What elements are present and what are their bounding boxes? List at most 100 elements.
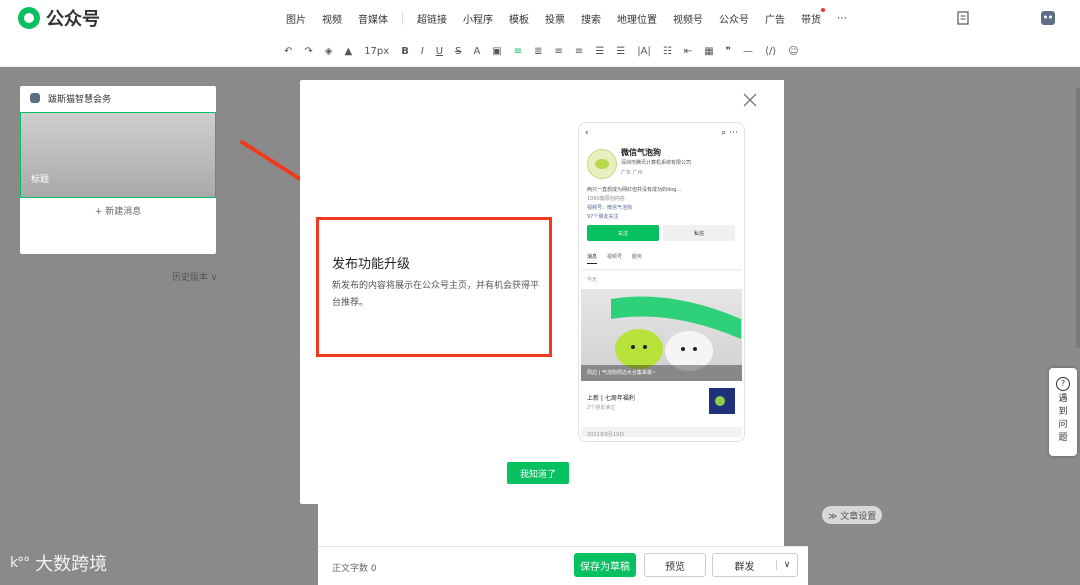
format-tools: ↶ ↷ ◈ ▲ 17px B I U S A ▣ ≡ ≣ ≡ ≡ ☰ ☰ |A|… xyxy=(278,36,805,66)
follow-button: 关注 xyxy=(587,225,659,241)
feed: 今天 周边 | 气泡狗周边大合集来袭~ 上新 | 七周年福利 2个朋友读过 20… xyxy=(581,269,742,438)
feed-image-caption: 周边 | 气泡狗周边大合集来袭~ xyxy=(581,365,742,381)
undo-icon[interactable]: ↶ xyxy=(284,46,292,57)
feed-card: 今天 周边 | 气泡狗周边大合集来袭~ 上新 | 七周年福利 2个朋友读过 xyxy=(581,271,742,427)
feed-cover-image: 周边 | 气泡狗周边大合集来袭~ xyxy=(581,289,742,381)
save-draft-button[interactable]: 保存为草稿 xyxy=(574,553,636,577)
align-center-icon[interactable]: ≡ xyxy=(555,46,563,57)
logo[interactable]: 公众号 xyxy=(18,7,100,30)
watermark-text: 大数跨境 xyxy=(35,554,108,575)
quote-icon[interactable]: ❞ xyxy=(726,46,731,57)
menu-search[interactable]: 搜索 xyxy=(573,11,609,26)
profile-tabs: 消息 视频号 服务 xyxy=(587,253,737,264)
underline-icon[interactable]: U xyxy=(436,46,443,57)
menu-official-account[interactable]: 公众号 xyxy=(711,11,757,26)
tab-services: 服务 xyxy=(632,254,643,260)
page-scrollbar[interactable] xyxy=(1076,88,1080,348)
help-text-2: 到 xyxy=(1058,407,1068,417)
profile-company: 深圳市腾讯计算机系统有限公司 xyxy=(621,160,692,166)
tab-channels: 视频号 xyxy=(607,254,623,260)
menu-channels[interactable]: 视频号 xyxy=(665,11,711,26)
emoji-icon[interactable]: ☺ xyxy=(788,46,798,57)
menu-shopping[interactable]: 带货 xyxy=(793,7,829,26)
back-icon: ‹ xyxy=(585,128,589,138)
word-count: 正文字数 0 xyxy=(332,564,377,574)
menu-location[interactable]: 地理位置 xyxy=(609,11,665,26)
code-icon[interactable]: ⟨/⟩ xyxy=(765,46,776,57)
italic-icon[interactable]: I xyxy=(421,46,424,57)
paragraph-spacing-icon[interactable]: ☰ xyxy=(616,46,625,57)
profile-friends: 97个朋友关注 xyxy=(587,214,619,220)
profile-location: 广东 广州 xyxy=(621,170,643,176)
background-color-icon[interactable]: ▣ xyxy=(492,46,501,57)
menu-vote[interactable]: 投票 xyxy=(537,11,573,26)
phone-preview: ‹ ⌕ ⋯ 微信气泡狗 深圳市腾讯计算机系统有限公司 广东 广州 两只一直想成为… xyxy=(578,122,745,442)
post-thumbnail xyxy=(709,388,735,414)
help-widget[interactable]: ? 遇 到 问 题 xyxy=(1049,368,1077,456)
bold-icon[interactable]: B xyxy=(401,46,409,57)
document-icon[interactable] xyxy=(955,10,971,26)
menu-hyperlink[interactable]: 超链接 xyxy=(409,11,455,26)
account-avatar xyxy=(30,93,40,103)
divider-icon[interactable]: — xyxy=(743,46,753,57)
strikethrough-icon[interactable]: S xyxy=(455,46,461,57)
new-message-button[interactable]: + 新建消息 xyxy=(20,204,216,217)
menu-template[interactable]: 模板 xyxy=(501,11,537,26)
editor-footer: 正文字数 0 保存为草稿 预览 群发 ∨ xyxy=(318,546,808,585)
publish-button[interactable]: 群发 ∨ xyxy=(712,553,798,577)
font-size-select[interactable]: 17px xyxy=(364,46,389,57)
help-text-4: 题 xyxy=(1058,433,1068,443)
wechat-logo-icon xyxy=(18,7,40,29)
feed-today: 今天 xyxy=(587,277,598,283)
message-button: 私信 xyxy=(663,225,735,241)
letter-spacing-icon[interactable]: |A| xyxy=(637,46,651,57)
align-right-icon[interactable]: ≡ xyxy=(575,46,583,57)
indent-icon[interactable]: ≣ xyxy=(534,46,542,57)
outdent-icon[interactable]: ⇤ xyxy=(684,46,692,57)
menu-video[interactable]: 视频 xyxy=(314,11,350,26)
article-settings-button[interactable]: ≫ 文章设置 xyxy=(822,506,883,524)
table-icon[interactable]: ▦ xyxy=(704,46,713,57)
menu-audio[interactable]: 音媒体 xyxy=(350,11,396,26)
menu-miniprogram[interactable]: 小程序 xyxy=(455,11,501,26)
align-left-icon[interactable]: ≡ xyxy=(514,46,522,57)
menu-image[interactable]: 图片 xyxy=(278,11,314,26)
feed-date: 2022年8月19日 xyxy=(587,432,625,438)
font-color-icon[interactable]: A xyxy=(473,46,480,57)
list-icon[interactable]: ☷ xyxy=(663,46,672,57)
got-it-button[interactable]: 我知道了 xyxy=(507,462,569,484)
menu-divider xyxy=(402,11,403,25)
history-version-link[interactable]: 历史版本 ∨ xyxy=(172,270,217,283)
menu-more[interactable]: ⋯ xyxy=(829,13,855,24)
account-header: 跋斯猫智慧会务 xyxy=(20,86,216,110)
insert-menu: 图片 视频 音媒体 超链接 小程序 模板 投票 搜索 地理位置 视频号 公众号 … xyxy=(278,0,855,36)
post-title: 上新 | 七周年福利 xyxy=(587,395,635,402)
redo-icon[interactable]: ↷ xyxy=(304,46,312,57)
clear-format-icon[interactable]: ▲ xyxy=(344,46,352,57)
top-bar: 公众号 图片 视频 音媒体 超链接 小程序 模板 投票 搜索 地理位置 视频号 … xyxy=(0,0,1080,37)
line-spacing-icon[interactable]: ☰ xyxy=(595,46,604,57)
profile-avatar xyxy=(587,149,617,179)
profile-name: 微信气泡狗 xyxy=(621,148,661,157)
editor-toolbar: ↶ ↷ ◈ ▲ 17px B I U S A ▣ ≡ ≣ ≡ ≡ ☰ ☰ |A|… xyxy=(0,36,1080,67)
dialog-title: 发布功能升级 xyxy=(332,257,411,272)
post-subtitle: 2个朋友读过 xyxy=(587,405,616,411)
profile-channel: 视频号：微信气泡狗 xyxy=(587,205,633,211)
menu-ads[interactable]: 广告 xyxy=(757,11,793,26)
close-icon[interactable] xyxy=(742,92,758,108)
profile-header: 微信气泡狗 深圳市腾讯计算机系统有限公司 广东 广州 xyxy=(587,147,737,183)
profile-bio: 两只一直想成为网红但并没有成功的dog... xyxy=(587,187,682,193)
notification-dot xyxy=(821,7,825,12)
app-title: 公众号 xyxy=(46,9,100,30)
dialog-description: 新发布的内容将展示在公众号主页，并有机会获得平台推荐。 xyxy=(332,281,540,308)
article-card[interactable]: 标题 xyxy=(20,112,216,198)
article-card-title: 标题 xyxy=(31,175,50,185)
menu-shopping-label: 带货 xyxy=(801,14,821,26)
format-painter-icon[interactable]: ◈ xyxy=(325,46,333,57)
profile-content-count: 1060篇原创内容 xyxy=(587,196,625,202)
watermark: k°° 大数跨境 xyxy=(10,550,107,576)
chevron-down-icon[interactable]: ∨ xyxy=(776,560,797,570)
preview-button[interactable]: 预览 xyxy=(644,553,706,577)
tab-messages: 消息 xyxy=(587,253,598,264)
user-avatar-icon[interactable] xyxy=(1040,10,1056,26)
